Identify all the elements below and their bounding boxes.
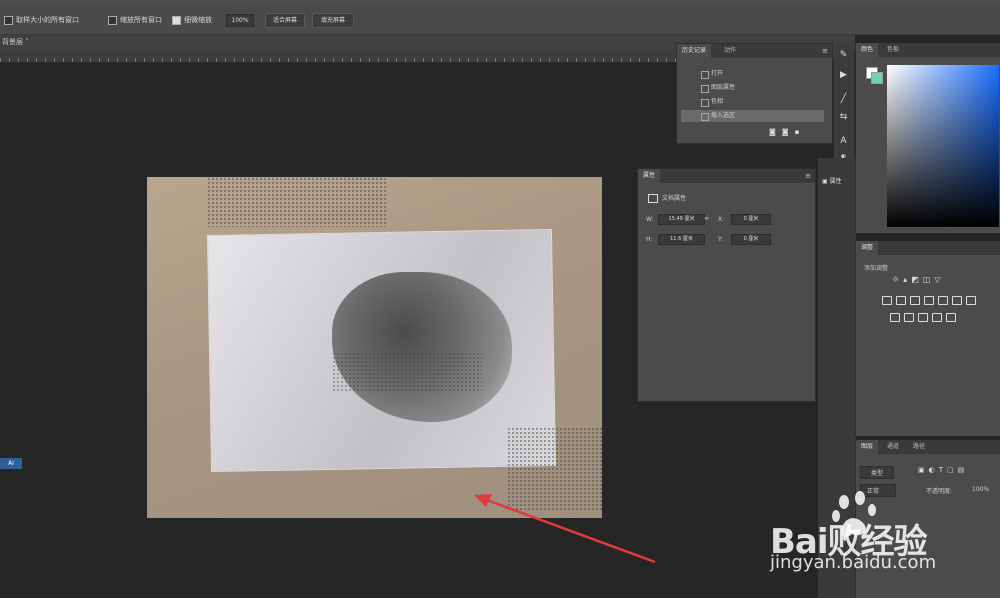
panel-icon-strip: ✎ ▶ ╱ ⇆ A ¶ <box>834 43 854 173</box>
adjustment-icon[interactable] <box>924 296 934 305</box>
adjustment-icon[interactable] <box>910 296 920 305</box>
adjustment-icon[interactable] <box>966 296 976 305</box>
properties-panel-header: 属性 ≡ <box>638 169 815 183</box>
adjustment-icon[interactable] <box>952 296 962 305</box>
character-icon[interactable]: A <box>839 137 848 146</box>
selection-edge-speckle <box>332 352 482 392</box>
adjustment-icon[interactable] <box>896 296 906 305</box>
sample-checkbox[interactable] <box>4 15 13 25</box>
adjustment-icon[interactable] <box>882 296 892 305</box>
color-panel-tabs: 颜色 色板 <box>856 43 1000 57</box>
baidu-jingyan-watermark: Bai败经验 jingyan.baidu.com <box>770 490 1000 598</box>
height-field[interactable]: 11.6 厘米 <box>658 234 705 245</box>
adjustment-icon[interactable] <box>946 313 956 322</box>
adjustment-icon[interactable] <box>938 296 948 305</box>
scrubby-zoom-checkbox[interactable] <box>172 15 181 25</box>
document-icon <box>701 71 709 79</box>
adjustment-icon[interactable] <box>918 313 928 322</box>
options-bar: 取样大小的所有窗口 缩放所有窗口 细微缩放 100% 适合屏幕 填充屏幕 <box>0 6 1000 35</box>
adjustments-panel-header: 调整 <box>856 241 1000 255</box>
selection-marching-ants <box>207 177 387 227</box>
x-field[interactable]: 0 厘米 <box>731 214 771 225</box>
layer-kind-filter[interactable]: 类型 <box>860 466 895 479</box>
tab-color[interactable]: 颜色 <box>856 43 879 57</box>
tab-adjustments[interactable]: 调整 <box>856 241 879 255</box>
adjustment-icon[interactable] <box>890 313 900 322</box>
tab-swatches[interactable]: 色板 <box>882 43 904 57</box>
history-item[interactable]: 色相 <box>681 96 824 108</box>
tab-properties[interactable]: 属性 <box>638 169 661 183</box>
panel-menu-icon[interactable]: ≡ <box>805 172 811 180</box>
history-brush-icon[interactable]: ✎ <box>839 51 848 60</box>
history-panel: 历史记录 动作 ≡ 打开 图层属性 色相 载入选区 ◙◙▪ <box>676 43 833 144</box>
left-edge-badge: Ai <box>0 458 22 469</box>
fit-screen-button[interactable]: 适合屏幕 <box>265 13 305 28</box>
link-icon[interactable]: ∞ <box>704 215 709 222</box>
watermark-url: jingyan.baidu.com <box>770 552 937 573</box>
scrubby-zoom-option[interactable]: 细微缩放 <box>172 14 212 26</box>
adjustment-icon[interactable] <box>904 313 914 322</box>
sample-size-option[interactable]: 取样大小的所有窗口 <box>4 14 79 26</box>
layer-filter-icons[interactable]: ▣◐T▢▤ <box>918 466 968 474</box>
canvas-image[interactable] <box>147 177 602 518</box>
tab-layers[interactable]: 图层 <box>856 440 879 454</box>
y-label: Y: <box>718 236 723 243</box>
history-item[interactable]: 打开 <box>681 68 824 80</box>
adjustments-panel: 调整 添加调整 ☼▴◩◫▽ <box>855 241 1000 436</box>
zoom-value-field[interactable]: 100% <box>226 14 254 27</box>
fill-screen-button[interactable]: 填充屏幕 <box>312 13 354 28</box>
document-properties-heading: 文档属性 <box>648 193 686 203</box>
adjustment-icons-row1[interactable]: ☼▴◩◫▽ <box>892 275 944 284</box>
zoom-all-windows-option[interactable]: 缩放所有窗口 <box>108 14 162 26</box>
tab-history[interactable]: 历史记录 <box>677 44 712 58</box>
zoom-all-checkbox[interactable] <box>108 15 117 25</box>
history-footer-icons[interactable]: ◙◙▪ <box>769 128 805 136</box>
document-icon <box>648 194 658 203</box>
document-icon <box>701 99 709 107</box>
document-tab[interactable]: 背景层 ˅ <box>2 37 29 47</box>
y-field[interactable]: 0 厘米 <box>731 234 771 245</box>
history-item-selected[interactable]: 载入选区 <box>681 110 824 122</box>
panel-menu-icon[interactable]: ≡ <box>822 47 828 55</box>
tab-actions[interactable]: 动作 <box>719 44 741 58</box>
document-icon <box>701 85 709 93</box>
height-label: H: <box>646 236 653 243</box>
history-item[interactable]: 图层属性 <box>681 82 824 94</box>
background-color-swatch[interactable] <box>871 72 883 84</box>
history-panel-tabs: 历史记录 动作 ≡ <box>677 44 832 58</box>
swap-icon[interactable]: ⇆ <box>839 113 848 122</box>
properties-dock-icon[interactable]: ▣ 属性 <box>822 176 842 185</box>
properties-panel: 属性 ≡ 文档属性 W: 15.49 厘米 ∞ X: 0 厘米 H: 11.6 … <box>637 168 816 402</box>
adjustment-icon[interactable] <box>932 313 942 322</box>
add-adjustment-label: 添加调整 <box>864 265 889 272</box>
width-label: W: <box>646 216 654 223</box>
red-arrow-icon <box>474 494 656 564</box>
tab-channels[interactable]: 通道 <box>882 440 904 454</box>
tab-paths[interactable]: 路径 <box>908 440 930 454</box>
layers-panel-tabs: 图层 通道 路径 <box>856 440 1000 454</box>
color-picker-field[interactable] <box>887 65 999 227</box>
brush-icon[interactable]: ╱ <box>839 95 848 104</box>
play-icon[interactable]: ▶ <box>839 71 848 80</box>
color-panel: 颜色 色板 <box>855 43 1000 233</box>
width-field[interactable]: 15.49 厘米 <box>658 214 705 225</box>
document-icon <box>701 113 709 121</box>
x-label: X: <box>718 216 725 223</box>
